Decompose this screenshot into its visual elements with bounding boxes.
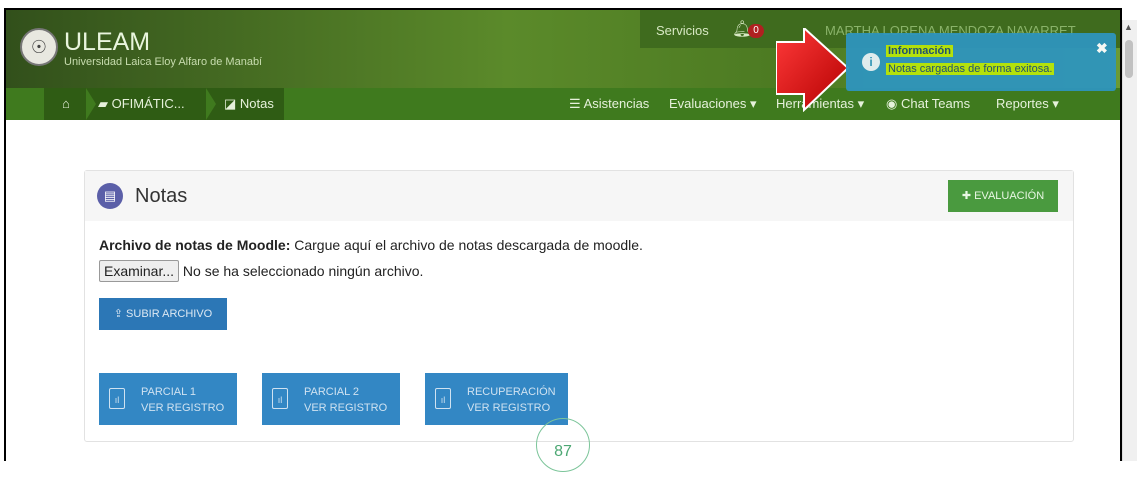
nav-evaluaciones-label: Evaluaciones (669, 96, 747, 111)
report-file-icon: ıl (109, 388, 125, 409)
notification-count-badge: 0 (748, 24, 764, 38)
moodle-file-instructions: Cargue aquí el archivo de notas descarga… (290, 237, 643, 253)
home-icon[interactable]: ⌂ (62, 96, 70, 111)
add-evaluation-button[interactable]: ✚ EVALUACIÓN (948, 180, 1058, 212)
page-title: Notas (135, 185, 188, 207)
nav-evaluaciones[interactable]: Evaluaciones ▾ (669, 96, 756, 112)
info-icon: i (862, 53, 880, 71)
register-subtitle: VER REGISTRO (467, 402, 551, 414)
caret-down-icon: ▾ (1048, 96, 1059, 111)
upload-file-label: SUBIR ARCHIVO (126, 308, 213, 320)
nav-asistencias[interactable]: ☰ Asistencias (569, 96, 649, 112)
main-navbar: ⌂ ▰ OFIMÁTIC... ◪ Notas ☰ Asistencias Ev… (6, 88, 1120, 120)
document-icon: ▤ (97, 183, 123, 209)
info-notification: i Información Notas cargadas de forma ex… (846, 33, 1116, 91)
caret-down-icon: ▾ (746, 96, 757, 111)
nav-chat-teams-label: Chat Teams (900, 96, 971, 111)
register-subtitle: VER REGISTRO (304, 402, 388, 414)
caret-down-icon: ▾ (854, 96, 865, 111)
notification-title: Información (886, 45, 953, 57)
breadcrumb-notas-label: Notas (239, 96, 274, 111)
vertical-scrollbar[interactable] (1122, 20, 1137, 461)
file-input-row: Examinar... No se ha seleccionado ningún… (99, 260, 423, 282)
breadcrumb-separator-icon (206, 88, 216, 120)
notification-message: Notas cargadas de forma exitosa. (886, 63, 1055, 75)
services-link[interactable]: Servicios (656, 23, 709, 38)
red-arrow-pointer-icon (776, 28, 850, 112)
upload-file-button[interactable]: ⇪ SUBIR ARCHIVO (99, 298, 227, 330)
list-icon: ☰ (569, 96, 584, 111)
report-file-icon: ıl (435, 388, 451, 409)
register-parcial-2-button[interactable]: ıl PARCIAL 2 VER REGISTRO (262, 373, 400, 425)
breadcrumb-separator-icon (86, 88, 96, 120)
register-title: PARCIAL 1 (141, 386, 197, 398)
nav-reportes[interactable]: Reportes ▾ (996, 96, 1059, 112)
brand-subtitle: Universidad Laica Eloy Alfaro de Manabí (64, 56, 263, 68)
loading-indicator: 87 (536, 418, 590, 472)
chat-icon: ◉ (886, 96, 901, 111)
breadcrumb-notas[interactable]: ◪ Notas (224, 96, 274, 112)
edit-icon: ◪ (224, 96, 240, 111)
add-evaluation-label: EVALUACIÓN (974, 190, 1045, 202)
report-file-icon: ıl (272, 388, 288, 409)
breadcrumb-course[interactable]: ▰ OFIMÁTIC... (98, 96, 185, 112)
scroll-up-icon[interactable]: ▲ (1124, 22, 1133, 32)
nav-reportes-label: Reportes (996, 96, 1049, 111)
brand-title: ULEAM (64, 28, 151, 56)
upload-icon: ⇪ (113, 308, 127, 320)
moodle-file-label: Archivo de notas de Moodle: (99, 237, 291, 253)
file-status-text: No se ha seleccionado ningún archivo. (182, 263, 424, 279)
register-title: RECUPERACIÓN (467, 386, 556, 398)
breadcrumb-course-label: OFIMÁTIC... (111, 96, 185, 111)
register-title: PARCIAL 2 (304, 386, 360, 398)
nav-chat-teams[interactable]: ◉ Chat Teams (886, 96, 970, 112)
plus-icon: ✚ (961, 190, 975, 202)
panel-header: ▤ Notas ✚ EVALUACIÓN (85, 171, 1073, 221)
scrollbar-thumb[interactable] (1125, 40, 1133, 78)
notas-panel: ▤ Notas ✚ EVALUACIÓN Archivo de notas de… (84, 170, 1074, 442)
register-recuperacion-button[interactable]: ıl RECUPERACIÓN VER REGISTRO (425, 373, 568, 425)
close-icon[interactable]: ✖ (1096, 40, 1108, 57)
nav-asistencias-label: Asistencias (583, 96, 650, 111)
register-parcial-1-button[interactable]: ıl PARCIAL 1 VER REGISTRO (99, 373, 237, 425)
university-logo-icon: ☉ (20, 28, 58, 66)
book-icon: ▰ (98, 96, 112, 111)
browse-file-button[interactable]: Examinar... (99, 260, 180, 282)
moodle-file-description: Archivo de notas de Moodle: Cargue aquí … (99, 237, 643, 253)
register-subtitle: VER REGISTRO (141, 402, 225, 414)
